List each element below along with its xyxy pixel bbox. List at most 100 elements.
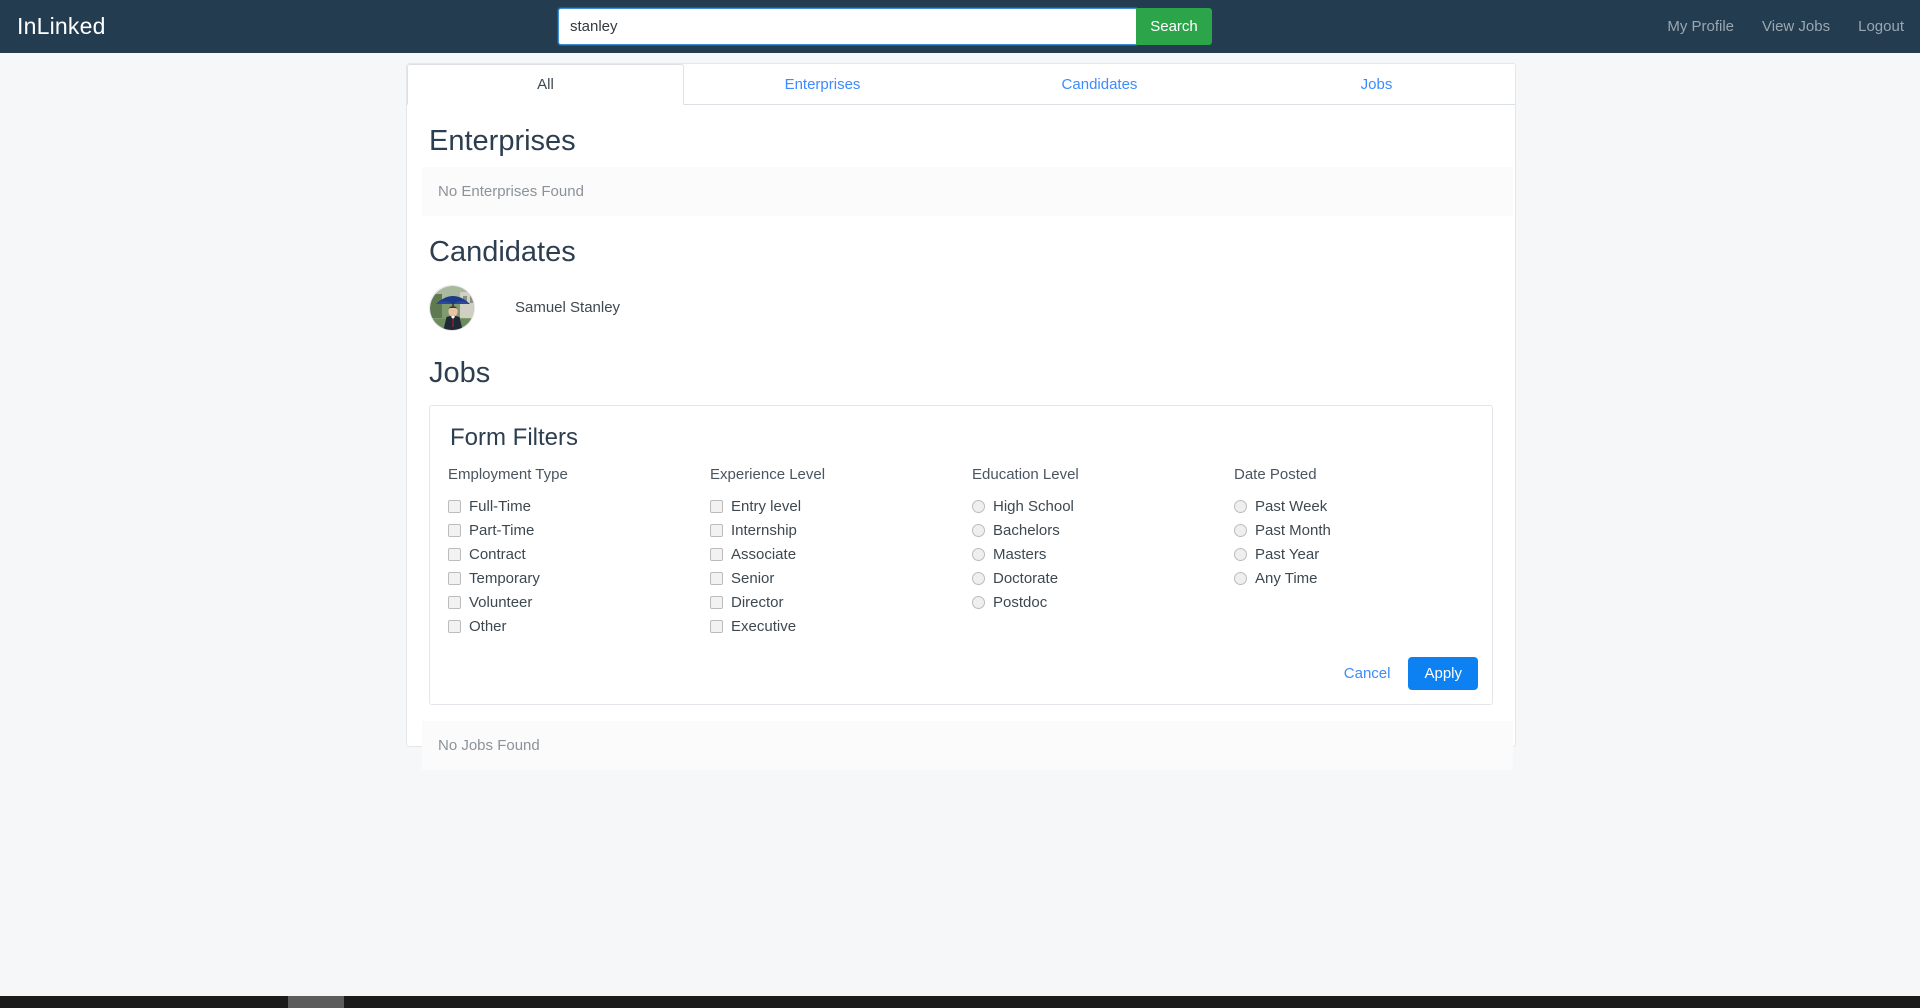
checkbox-icon[interactable]	[448, 620, 461, 634]
checkbox-icon[interactable]	[448, 524, 461, 538]
filter-label-education-level: Education Level	[972, 465, 1079, 483]
top-navbar: InLinked Search My Profile View Jobs Log…	[0, 0, 1920, 53]
filter-option-label: Internship	[731, 522, 797, 540]
checkbox-icon[interactable]	[710, 548, 723, 562]
filter-option-senior[interactable]: Senior	[710, 567, 972, 591]
filter-option-label: Masters	[993, 546, 1047, 564]
form-filters-title: Form Filters	[450, 423, 578, 451]
filter-option-label: Contract	[469, 546, 526, 564]
radio-icon[interactable]	[1234, 572, 1247, 586]
filter-option-other[interactable]: Other	[448, 615, 710, 639]
nav-link-view-jobs[interactable]: View Jobs	[1762, 18, 1830, 35]
enterprises-empty-message: No Enterprises Found	[422, 167, 1513, 217]
avatar	[429, 284, 475, 331]
search-button[interactable]: Search	[1136, 8, 1212, 45]
filter-option-label: High School	[993, 498, 1074, 516]
radio-icon[interactable]	[972, 548, 985, 562]
filter-option-bachelors[interactable]: Bachelors	[972, 519, 1234, 543]
filter-label-date-posted: Date Posted	[1234, 465, 1317, 483]
apply-button[interactable]: Apply	[1408, 656, 1478, 690]
checkbox-icon[interactable]	[448, 500, 461, 514]
filter-option-director[interactable]: Director	[710, 591, 972, 615]
filter-option-masters[interactable]: Masters	[972, 543, 1234, 567]
filter-actions: Cancel Apply	[1344, 656, 1478, 690]
checkbox-icon[interactable]	[710, 572, 723, 586]
filter-option-full-time[interactable]: Full-Time	[448, 495, 710, 519]
filter-option-past-month[interactable]: Past Month	[1234, 519, 1331, 543]
enterprises-heading: Enterprises	[429, 125, 576, 157]
filter-option-label: Past Month	[1255, 522, 1331, 540]
filter-column-experience-level: Experience Level Entry level Internship …	[710, 466, 972, 639]
filter-option-entry-level[interactable]: Entry level	[710, 495, 972, 519]
checkbox-icon[interactable]	[710, 596, 723, 610]
filter-option-past-week[interactable]: Past Week	[1234, 495, 1331, 519]
radio-icon[interactable]	[1234, 500, 1247, 514]
filter-option-label: Full-Time	[469, 498, 531, 516]
checkbox-icon[interactable]	[448, 572, 461, 586]
horizontal-scrollbar[interactable]	[0, 996, 1920, 1008]
filter-option-label: Executive	[731, 618, 797, 636]
filter-option-associate[interactable]: Associate	[710, 543, 972, 567]
filter-column-date-posted: Date Posted Past Week Past Month Past Ye…	[1234, 466, 1331, 639]
horizontal-scrollbar-thumb[interactable]	[288, 996, 344, 1008]
filter-option-label: Other	[469, 618, 507, 636]
filter-option-label: Bachelors	[993, 522, 1060, 540]
filter-option-volunteer[interactable]: Volunteer	[448, 591, 710, 615]
filter-option-temporary[interactable]: Temporary	[448, 567, 710, 591]
filter-option-postdoc[interactable]: Postdoc	[972, 591, 1234, 615]
filter-option-label: Any Time	[1255, 570, 1318, 588]
search-form: Search	[558, 8, 1212, 45]
filter-option-label: Past Year	[1255, 546, 1320, 564]
cancel-button[interactable]: Cancel	[1344, 665, 1391, 682]
filter-option-label: Associate	[731, 546, 797, 564]
filter-option-executive[interactable]: Executive	[710, 615, 972, 639]
radio-icon[interactable]	[972, 500, 985, 514]
results-tabs: All Enterprises Candidates Jobs	[407, 64, 1515, 105]
filter-option-label: Doctorate	[993, 570, 1059, 588]
tab-candidates[interactable]: Candidates	[961, 64, 1238, 105]
filter-option-label: Senior	[731, 570, 775, 588]
radio-icon[interactable]	[1234, 524, 1247, 538]
tab-enterprises[interactable]: Enterprises	[684, 64, 961, 105]
checkbox-icon[interactable]	[710, 500, 723, 514]
nav-link-logout[interactable]: Logout	[1858, 18, 1904, 35]
radio-icon[interactable]	[1234, 548, 1247, 562]
checkbox-icon[interactable]	[710, 524, 723, 538]
nav-link-my-profile[interactable]: My Profile	[1667, 18, 1734, 35]
checkbox-icon[interactable]	[448, 596, 461, 610]
filter-option-label: Temporary	[469, 570, 540, 588]
jobs-empty-message: No Jobs Found	[422, 720, 1513, 770]
filter-option-label: Volunteer	[469, 594, 533, 612]
radio-icon[interactable]	[972, 596, 985, 610]
candidates-heading: Candidates	[429, 236, 576, 269]
brand-logo[interactable]: InLinked	[17, 11, 106, 41]
filter-option-doctorate[interactable]: Doctorate	[972, 567, 1234, 591]
filter-option-contract[interactable]: Contract	[448, 543, 710, 567]
radio-icon[interactable]	[972, 572, 985, 586]
checkbox-icon[interactable]	[448, 548, 461, 562]
tab-jobs[interactable]: Jobs	[1238, 64, 1515, 105]
filter-option-part-time[interactable]: Part-Time	[448, 519, 710, 543]
filter-option-internship[interactable]: Internship	[710, 519, 972, 543]
filter-column-education-level: Education Level High School Bachelors Ma…	[972, 466, 1234, 639]
checkbox-icon[interactable]	[710, 620, 723, 634]
jobs-heading: Jobs	[429, 356, 491, 389]
filter-label-employment-type: Employment Type	[448, 465, 568, 483]
candidate-name[interactable]: Samuel Stanley	[515, 299, 620, 316]
candidate-result-row[interactable]: Samuel Stanley	[429, 279, 1515, 337]
search-input[interactable]	[558, 8, 1136, 45]
filter-column-employment-type: Employment Type Full-Time Part-Time Cont…	[448, 466, 710, 639]
filter-columns: Employment Type Full-Time Part-Time Cont…	[448, 466, 1474, 639]
filter-option-label: Part-Time	[469, 522, 535, 540]
nav-links: My Profile View Jobs Logout	[1667, 0, 1904, 53]
filter-label-experience-level: Experience Level	[710, 465, 826, 483]
radio-icon[interactable]	[972, 524, 985, 538]
search-results-card: All Enterprises Candidates Jobs Enterpri…	[406, 63, 1516, 770]
filter-option-any-time[interactable]: Any Time	[1234, 567, 1331, 591]
tab-all[interactable]: All	[407, 64, 684, 105]
filter-option-label: Past Week	[1255, 498, 1328, 516]
filter-option-high-school[interactable]: High School	[972, 495, 1234, 519]
filter-option-past-year[interactable]: Past Year	[1234, 543, 1331, 567]
filter-option-label: Postdoc	[993, 594, 1048, 612]
filter-option-label: Director	[731, 594, 784, 612]
